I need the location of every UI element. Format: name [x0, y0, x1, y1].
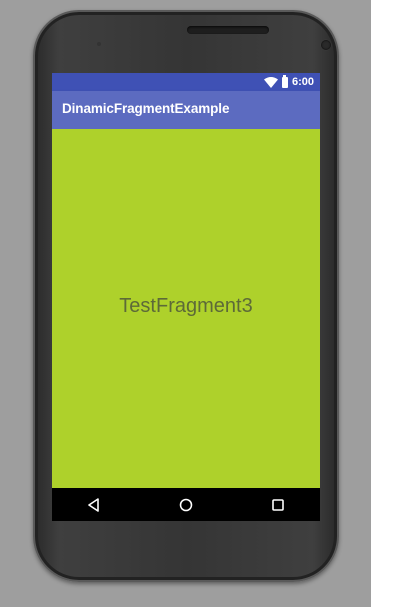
- background-strip: [371, 0, 400, 607]
- fragment-label: TestFragment3: [119, 295, 253, 317]
- app-bar: DinamicFragmentExample: [52, 91, 320, 129]
- status-bar: 6:00: [52, 73, 320, 91]
- front-camera: [321, 40, 331, 50]
- wifi-icon: [263, 76, 278, 88]
- fragment-container: TestFragment3: [52, 129, 320, 488]
- battery-icon: [281, 74, 288, 88]
- earpiece-speaker: [187, 26, 269, 34]
- proximity-sensor: [97, 42, 101, 46]
- status-icons: 6:00: [263, 74, 314, 89]
- recents-icon[interactable]: [270, 497, 286, 513]
- device-screen: 6:00 DinamicFragmentExample TestFragment…: [52, 73, 320, 521]
- status-clock: 6:00: [291, 76, 314, 88]
- app-title: DinamicFragmentExample: [62, 101, 230, 116]
- home-icon[interactable]: [178, 497, 194, 513]
- back-icon[interactable]: [86, 497, 102, 513]
- navigation-bar: [52, 488, 320, 521]
